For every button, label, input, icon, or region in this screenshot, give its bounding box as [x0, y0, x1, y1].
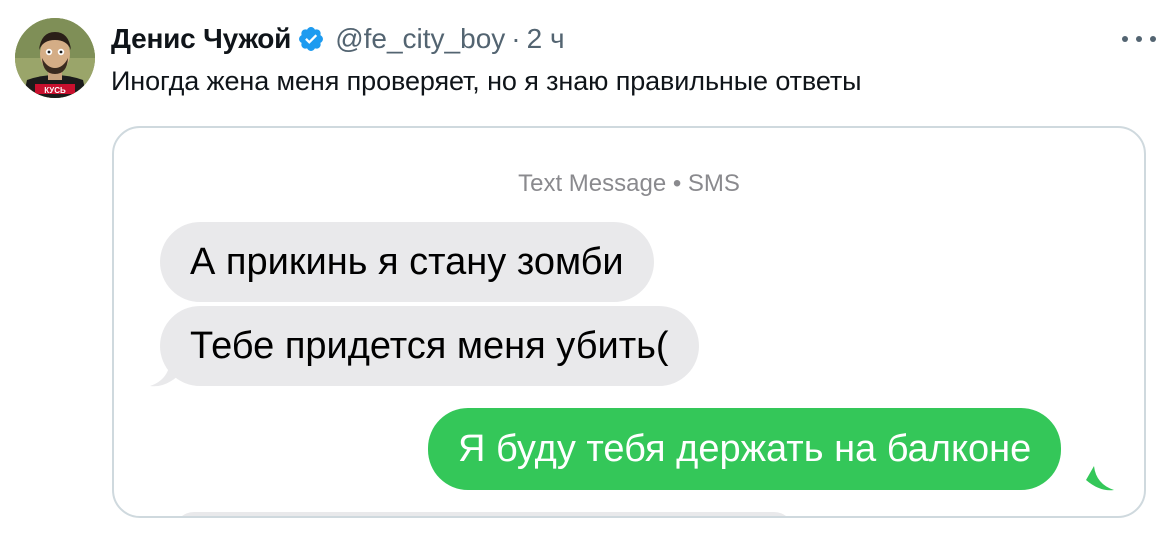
author-name[interactable]: Денис Чужой — [111, 23, 291, 55]
tweet-header: Денис Чужой @fe_city_boy · 2 ч — [111, 20, 565, 58]
message-bubble-incoming-partial — [174, 512, 794, 516]
verified-badge-icon — [297, 25, 325, 53]
tweet: КУСЬ Денис Чужой @fe_city_boy · 2 ч Иног… — [0, 0, 1174, 540]
message-text: Тебе придется меня убить( — [190, 325, 669, 367]
avatar[interactable]: КУСЬ — [15, 18, 95, 98]
message-bubble-outgoing: Я буду тебя держать на балконе — [428, 408, 1062, 490]
tweet-text: Иногда жена меня проверяет, но я знаю пр… — [111, 66, 862, 96]
message-bubble-incoming: А прикинь я стану зомби — [160, 222, 654, 302]
message-bubble-incoming: Тебе придется меня убить( — [160, 306, 699, 386]
avatar-shirt-text: КУСЬ — [44, 86, 66, 95]
separator-dot: · — [511, 23, 521, 54]
more-horizontal-icon[interactable] — [1122, 24, 1156, 54]
bubble-tail-incoming — [150, 362, 178, 387]
timestamp[interactable]: 2 ч — [527, 23, 565, 55]
bubble-tail-outgoing — [1086, 466, 1114, 491]
message-text: А прикинь я стану зомби — [190, 241, 624, 283]
author-handle[interactable]: @fe_city_boy — [335, 23, 505, 55]
avatar-image: КУСЬ — [15, 18, 95, 98]
message-text: Я буду тебя держать на балконе — [458, 428, 1032, 470]
sms-service-label: Text Message • SMS — [518, 170, 740, 197]
media-card[interactable]: Text Message • SMS А прикинь я стану зом… — [112, 126, 1146, 518]
